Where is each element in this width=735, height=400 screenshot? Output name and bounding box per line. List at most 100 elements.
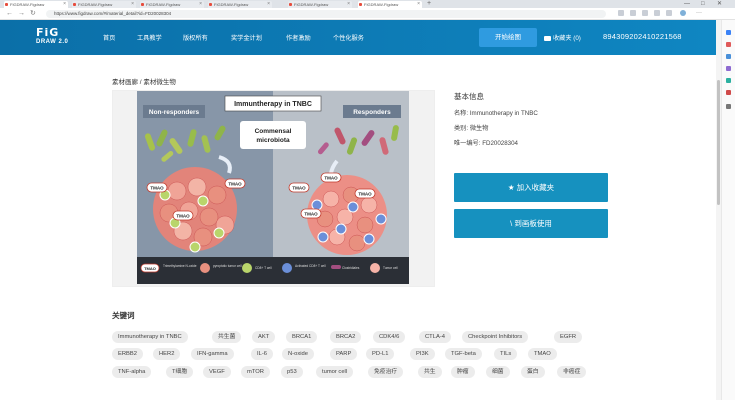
browser-sidebar [721,20,735,400]
non-responders-label: Non-responders [149,109,200,116]
keyword-tag[interactable]: T细胞 [166,366,194,378]
browser-tab[interactable]: FIGDRAW-Figdraw × [358,1,422,8]
nav-custom-service[interactable]: 个性化服务 [333,33,364,42]
profile-icon[interactable] [680,10,686,16]
close-tab-icon[interactable]: × [199,1,202,8]
user-id[interactable]: 8943092024102215​68 [603,32,682,41]
refresh-icon[interactable]: ↻ [30,9,36,19]
nav-author-incentive[interactable]: 作者激励 [286,33,311,42]
keyword-tag[interactable]: TILs [494,348,518,360]
start-drawing-button[interactable]: 开始绘图 [479,28,537,47]
svg-text:Tumor cell: Tumor cell [383,266,398,270]
keyword-tag[interactable]: 蛋白 [521,366,545,378]
keyword-tag[interactable]: BRCA2 [330,331,362,343]
minimize-button[interactable]: — [684,0,690,8]
keyword-tag[interactable]: 共生菌 [212,331,242,343]
close-window-button[interactable]: ✕ [717,0,722,8]
address-bar: ← → ↻ https://www.figdraw.com/#/material… [0,8,735,20]
use-in-canvas-button[interactable]: \ 到画板使用 [454,209,608,238]
browser-tab[interactable]: FIGDRAW-Figdraw × [288,1,352,8]
keyword-tag[interactable]: TNF-alpha [112,366,152,378]
keyword-tag[interactable]: IL-6 [251,348,273,360]
close-tab-icon[interactable]: × [267,1,270,8]
keyword-tag[interactable]: PARP [330,348,358,360]
add-icon[interactable] [726,104,731,109]
favorites-link[interactable]: 收藏夹 (0) [544,33,581,42]
url-field[interactable]: https://www.figdraw.com/#/material_detai… [46,10,606,18]
add-to-favorites-button[interactable]: ★ 加入收藏夹 [454,173,608,202]
keyword-tag[interactable]: 肿瘤 [451,366,475,378]
keyword-tag[interactable]: Checkpoint Inhibitors [462,331,529,343]
keyword-tag[interactable]: TMAO [528,348,557,360]
keyword-tag[interactable]: 免疫治疗 [368,366,404,378]
keyword-tag[interactable]: EGFR [554,331,583,343]
new-tab-button[interactable]: + [427,0,431,8]
forward-icon[interactable]: → [18,9,25,19]
keyword-tag[interactable]: CTLA-4 [419,331,451,343]
keyword-tag[interactable]: p53 [281,366,303,378]
keyword-tag[interactable]: 非癌症 [557,366,587,378]
keyword-tag[interactable]: tumor cell [316,366,354,378]
office-icon[interactable] [726,78,731,83]
material-preview-image[interactable]: Immuntherapy in TNBC Non-responders Resp… [137,91,409,284]
microbiota-label-1: Commensal [255,128,292,135]
keyword-tag[interactable]: PI3K [410,348,435,360]
scrollbar-thumb[interactable] [717,80,720,205]
shopping-icon[interactable] [726,42,731,47]
keyword-tag[interactable]: ERBB2 [112,348,144,360]
favicon-icon [359,3,362,6]
favorites-icon[interactable] [642,10,648,16]
keyword-tag[interactable]: BRCA1 [286,331,318,343]
tools-icon[interactable] [726,54,731,59]
nav-home[interactable]: 首页 [103,33,115,42]
breadcrumb[interactable]: 素材画廊 / 素材微生物 [112,76,176,86]
id-value: FD20028304 [482,140,518,147]
outlook-icon[interactable] [726,90,731,95]
keyword-tag[interactable]: AKT [252,331,276,343]
browser-tab[interactable]: FIGDRAW-Figdraw × [4,1,68,8]
downloads-icon[interactable] [666,10,672,16]
info-category-row: 类别: 微生物 [454,123,488,132]
search-icon[interactable] [726,30,731,35]
games-icon[interactable] [726,66,731,71]
svg-text:Trimethylamine N-oxide: Trimethylamine N-oxide [163,264,197,268]
more-icon[interactable]: ··· [696,10,702,16]
nav-copyright[interactable]: 版权所有 [183,33,208,42]
back-icon[interactable]: ← [6,9,13,19]
keyword-tag[interactable]: HER2 [153,348,181,360]
tab-label: FIGDRAW-Figdraw [146,2,181,7]
keyword-tag[interactable]: VEGF [203,366,231,378]
keyword-tag[interactable]: PD-L1 [366,348,395,360]
maximize-button[interactable]: □ [701,0,705,8]
browser-tab[interactable]: FIGDRAW-Figdraw × [140,1,204,8]
keyword-tag[interactable]: IFN-gamma [191,348,234,360]
microbiota-label-2: microbiota [256,137,290,144]
keyword-tag[interactable]: N-oxide [282,348,314,360]
close-tab-icon[interactable]: × [131,1,134,8]
extension-icon[interactable] [618,10,624,16]
nav-tutorials[interactable]: 工具教学 [137,33,162,42]
keyword-tag[interactable]: Immunotherapy in TNBC [112,331,188,343]
nav-scholarship[interactable]: 奖学金计划 [231,33,262,42]
category-value: 微生物 [469,125,489,132]
keyword-tag[interactable]: 共生 [418,366,442,378]
extension-icon[interactable] [630,10,636,16]
keyword-tag[interactable]: 细菌 [486,366,510,378]
favicon-icon [73,3,76,6]
svg-text:Clostridiales: Clostridiales [342,266,360,270]
browser-tab[interactable]: FIGDRAW-Figdraw × [72,1,136,8]
close-tab-icon[interactable]: × [63,1,66,8]
figure-title: Immuntherapy in TNBC [234,101,312,108]
site-header: FiG DRAW 2.0 首页 工具教学 版权所有 奖学金计划 作者激励 个性化… [0,20,716,55]
name-value: Immunotherapy in TNBC [469,110,538,117]
info-title: 基本信息 [454,92,484,101]
keyword-tag[interactable]: mTOR [241,366,270,378]
figdraw-logo[interactable]: FiG DRAW 2.0 [36,27,86,49]
category-label: 类别: [454,125,470,132]
collections-icon[interactable] [654,10,660,16]
close-tab-icon[interactable]: × [347,1,350,8]
keyword-tag[interactable]: CDK4/6 [373,331,406,343]
keyword-tag[interactable]: TGF-beta [445,348,482,360]
browser-tab[interactable]: FIGDRAW-Figdraw × [208,1,272,8]
close-tab-icon[interactable]: × [417,1,420,8]
